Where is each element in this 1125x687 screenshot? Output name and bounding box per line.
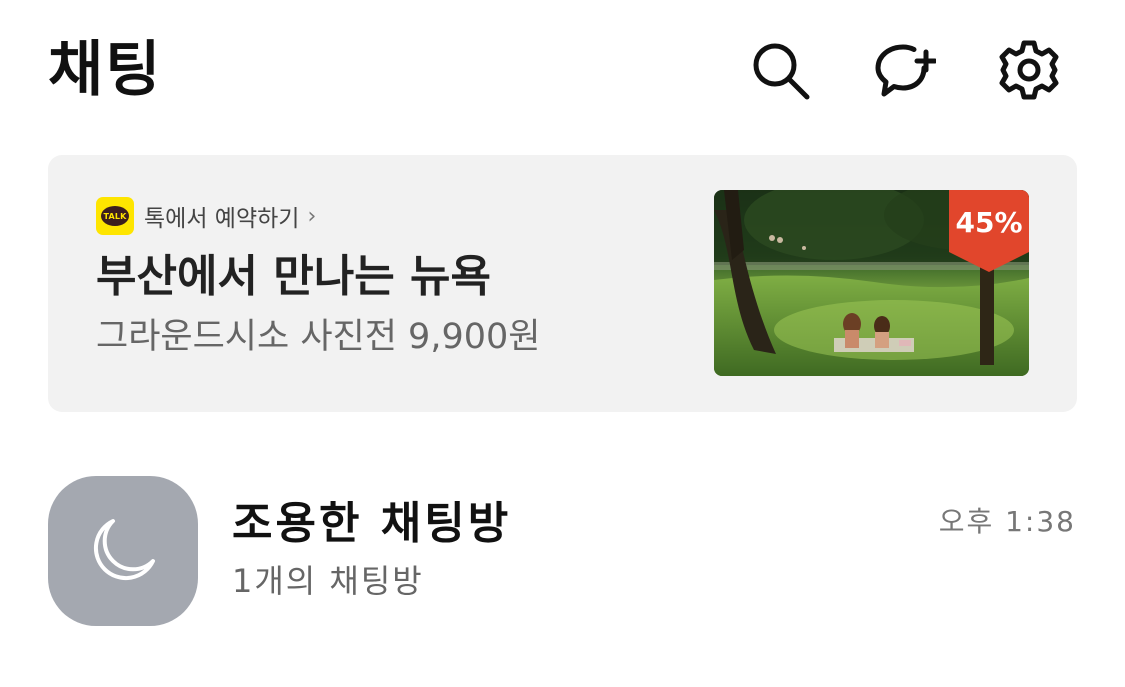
top-bar: 채팅 xyxy=(0,0,1125,140)
promo-banner[interactable]: TALK 톡에서 예약하기 › 부산에서 만나는 뉴욕 그라운드시소 사진전 9… xyxy=(48,155,1077,412)
banner-subtitle: 그라운드시소 사진전 9,900원 xyxy=(96,317,541,357)
banner-title: 부산에서 만나는 뉴욕 xyxy=(96,251,491,302)
new-chat-icon xyxy=(875,44,936,97)
moon-icon xyxy=(93,519,155,581)
settings-icon xyxy=(999,40,1059,100)
discount-label: 45% xyxy=(955,206,1023,239)
banner-source-label: 톡에서 예약하기 xyxy=(144,206,300,232)
chat-list-item[interactable]: 조용한 채팅방 1개의 채팅방 오후 1:38 xyxy=(0,462,1125,637)
chat-subtitle: 1개의 채팅방 xyxy=(232,562,424,600)
chat-timestamp: 오후 1:38 xyxy=(938,505,1076,538)
banner-source[interactable]: TALK 톡에서 예약하기 › xyxy=(96,197,316,235)
page-title: 채팅 xyxy=(48,35,163,105)
new-chat-button[interactable] xyxy=(872,38,936,102)
search-icon xyxy=(753,43,810,100)
settings-button[interactable] xyxy=(997,38,1061,102)
banner-photo: 45% xyxy=(714,190,1029,376)
chat-name: 조용한 채팅방 xyxy=(232,498,512,549)
discount-badge: 45% xyxy=(949,190,1029,272)
chevron-right-icon: › xyxy=(307,203,317,229)
talk-logo-text: TALK xyxy=(101,206,129,226)
avatar xyxy=(48,476,198,626)
search-button[interactable] xyxy=(748,38,812,102)
kakaotalk-logo: TALK xyxy=(96,197,134,235)
